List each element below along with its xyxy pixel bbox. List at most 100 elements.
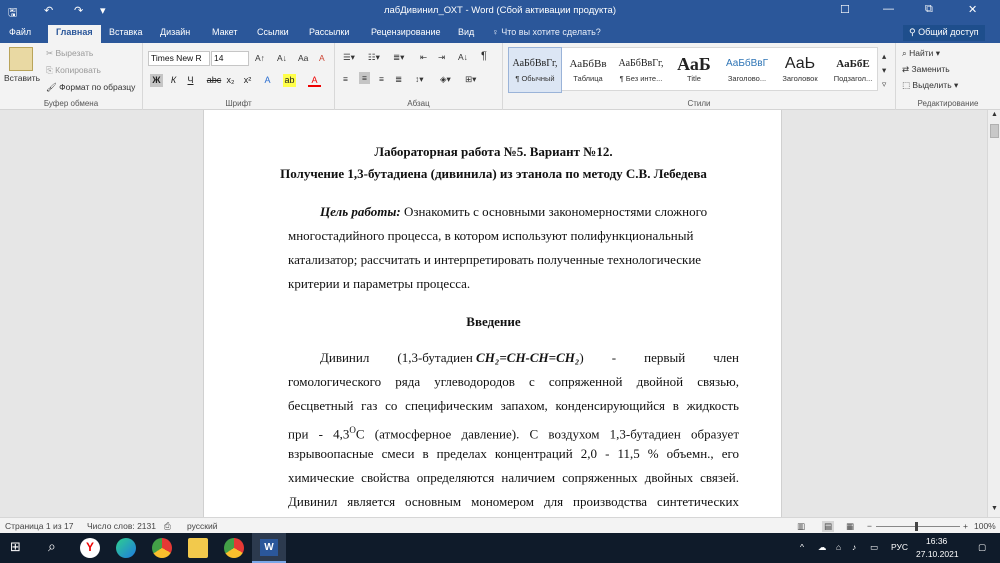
network-icon[interactable]: ⌂ [836,542,841,552]
tray-chevron-icon[interactable]: ^ [800,542,804,552]
word-taskbar-button[interactable]: W [252,533,286,563]
shading-icon[interactable]: ◈▾ [440,74,451,85]
bold-button[interactable]: Ж [150,74,163,87]
onedrive-icon[interactable]: ☁ [818,542,827,553]
highlight-button[interactable]: ab [283,74,296,87]
underline-button[interactable]: Ч [184,74,197,87]
styles-scroll-up-icon[interactable]: ▴ [882,51,886,62]
word-count[interactable]: Число слов: 2131 [87,521,156,531]
file-explorer-icon[interactable] [188,538,208,558]
superscript-button[interactable]: x² [241,74,254,87]
style-no-spacing[interactable]: АаБбВвГг, ¶ Без инте... [615,48,667,92]
align-center-icon[interactable]: ≡ [359,72,370,84]
show-marks-button[interactable]: ¶ [481,50,487,62]
text-effects-button[interactable]: A [261,74,274,87]
subscript-button[interactable]: x₂ [224,74,237,87]
style-table[interactable]: АаБбВв Таблица [562,48,614,92]
decrease-indent-icon[interactable]: ⇤ [420,52,427,63]
font-size-box[interactable]: 14 [211,51,249,66]
scroll-up-icon[interactable]: ▲ [991,111,998,118]
edge-browser-icon[interactable] [116,538,136,558]
input-language[interactable]: РУС [891,542,908,552]
tab-view[interactable]: Вид [458,27,474,37]
taskbar: ⊞ ⌕ Y W ^ ☁ ⌂ ♪ ▭ РУС 16:36 27.10.2021 ▢ [0,533,1000,563]
scroll-thumb[interactable] [990,124,999,138]
scroll-down-icon[interactable]: ▼ [991,505,998,512]
search-icon[interactable]: ⌕ [48,538,56,555]
tab-mailings[interactable]: Рассылки [309,27,349,37]
justify-icon[interactable]: ≣ [395,74,402,85]
format-painter-button[interactable]: 🖌 Формат по образцу [46,82,135,93]
minimize-button[interactable]: — [883,3,894,15]
clear-formatting-button[interactable]: A [319,53,325,63]
document-page[interactable]: Лабораторная работа №5. Вариант №12. Пол… [203,110,782,517]
notifications-icon[interactable]: ▢ [978,542,986,553]
style-title[interactable]: АаБ Title [668,48,720,92]
ribbon-display-icon[interactable]: ☐ [840,3,850,16]
tab-file[interactable]: Файл [9,27,31,37]
volume-icon[interactable]: ♪ [852,542,856,552]
replace-button[interactable]: ⇄ Заменить [902,64,950,75]
styles-scroll-down-icon[interactable]: ▾ [882,65,886,76]
share-button[interactable]: ⚲ Общий доступ [903,25,985,41]
page-count[interactable]: Страница 1 из 17 [5,521,73,531]
tab-layout[interactable]: Макет [212,27,237,37]
tab-references[interactable]: Ссылки [257,27,289,37]
align-left-icon[interactable]: ≡ [343,74,348,84]
select-button[interactable]: ⬚ Выделить ▾ [902,80,958,91]
style-subtitle[interactable]: АаБбЕ Подзагол... [827,48,879,92]
print-layout-icon[interactable]: ▤ [822,521,835,532]
font-color-button[interactable]: A [308,74,321,87]
clock-date[interactable]: 27.10.2021 [916,549,959,559]
multilevel-icon[interactable]: ≣▾ [393,52,404,63]
web-layout-icon[interactable]: ▦ [846,521,854,532]
tell-me-search[interactable]: ♀ Что вы хотите сделать? [492,27,601,37]
chrome-browser-icon[interactable] [152,538,172,558]
paste-button[interactable]: Вставить [4,73,40,83]
paste-icon[interactable] [9,47,33,71]
bullets-icon[interactable]: ☰▾ [343,52,355,63]
font-name-box[interactable]: Times New R [148,51,210,66]
style-heading[interactable]: АаЬ Заголовок [774,48,826,92]
strikethrough-button[interactable]: abc [205,74,223,87]
cut-button[interactable]: ✂ Вырезать [46,48,93,59]
increase-indent-icon[interactable]: ⇥ [438,52,445,63]
style-heading1[interactable]: АаБбВвГ Заголово... [721,48,773,92]
tab-home[interactable]: Главная [48,25,101,43]
zoom-slider-thumb[interactable] [915,522,918,531]
doc-heading-2: Получение 1,3-бутадиена (дивинила) из эт… [280,166,707,181]
find-button[interactable]: ⌕ Найти ▾ [902,48,940,59]
zoom-slider[interactable] [876,526,960,527]
battery-icon[interactable]: ▭ [870,542,878,553]
clock-time[interactable]: 16:36 [926,536,947,546]
change-case-button[interactable]: Aa [298,53,308,63]
tab-review[interactable]: Рецензирование [371,27,441,37]
style-normal[interactable]: АаБбВвГг, ¶ Обычный [508,47,562,93]
copy-button[interactable]: ⎘ Копировать [46,65,101,76]
tab-insert[interactable]: Вставка [109,27,142,37]
restore-button[interactable]: ⧉ [925,3,933,16]
person-icon: ⚲ [909,27,919,37]
zoom-level[interactable]: 100% [974,521,996,531]
grow-font-button[interactable]: A↑ [255,53,265,63]
italic-button[interactable]: К [167,74,180,87]
proofing-icon[interactable]: ⎙ [164,521,171,532]
yandex-browser-icon[interactable]: Y [80,538,100,558]
tab-design[interactable]: Дизайн [160,27,190,37]
styles-more-icon[interactable]: ▿ [882,79,886,90]
document-area: Лабораторная работа №5. Вариант №12. Пол… [0,110,987,517]
sort-button[interactable]: A↓ [458,52,468,62]
shrink-font-button[interactable]: A↓ [277,53,287,63]
vertical-scrollbar[interactable]: ▲ ▼ [987,110,1000,517]
line-spacing-icon[interactable]: ↕▾ [415,74,424,85]
chrome-profile-icon[interactable] [224,538,244,558]
read-mode-icon[interactable]: ▥ [797,521,805,532]
language[interactable]: русский [187,521,218,531]
zoom-out-icon[interactable]: − [867,521,872,531]
close-button[interactable]: ✕ [968,3,977,16]
windows-start-icon[interactable]: ⊞ [10,539,21,555]
numbering-icon[interactable]: ☷▾ [368,52,380,63]
zoom-in-icon[interactable]: + [963,521,968,531]
borders-icon[interactable]: ⊞▾ [465,74,476,85]
align-right-icon[interactable]: ≡ [379,74,384,84]
